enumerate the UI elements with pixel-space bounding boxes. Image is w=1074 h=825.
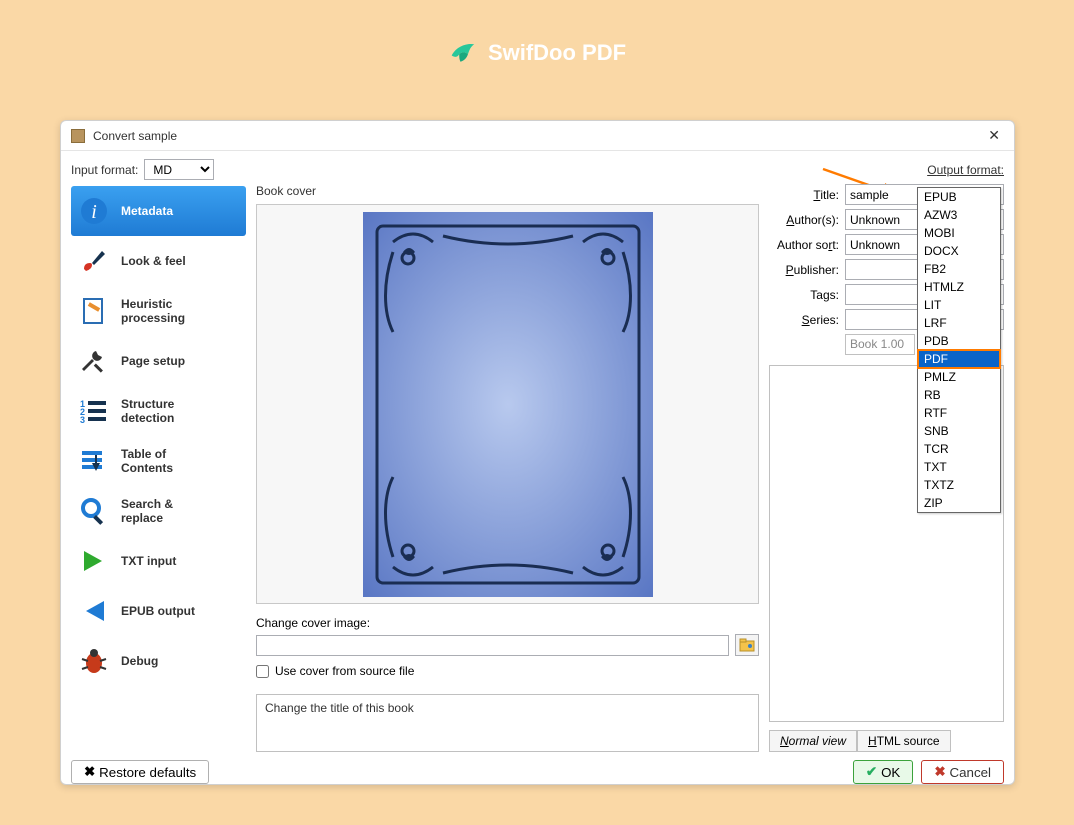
output-option-pdb[interactable]: PDB [918, 332, 1000, 350]
output-option-lrf[interactable]: LRF [918, 314, 1000, 332]
dialog-footer: ✖ Restore defaults ✔ OK ✖ Cancel [61, 752, 1014, 794]
format-bar: Input format: MD Output format: [61, 151, 1014, 184]
app-icon [71, 129, 85, 143]
cover-image [363, 212, 653, 597]
sidebar-item-label: Look & feel [121, 254, 186, 268]
brand-logo: SwifDoo PDF [448, 38, 626, 68]
sidebar-item-label: Metadata [121, 204, 173, 218]
publisher-label: Publisher: [769, 263, 839, 277]
sidebar-item-label: EPUB output [121, 604, 195, 618]
dialog-title: Convert sample [93, 129, 984, 143]
toc-icon [77, 444, 111, 478]
output-option-mobi[interactable]: MOBI [918, 224, 1000, 242]
output-format-dropdown[interactable]: EPUBAZW3MOBIDOCXFB2HTMLZLITLRFPDBPDFPMLZ… [917, 187, 1001, 513]
book-cover-preview [256, 204, 759, 604]
use-source-cover-row[interactable]: Use cover from source file [256, 664, 759, 678]
sidebar-item-heuristic[interactable]: Heuristicprocessing [71, 286, 246, 336]
list-icon: 123 [77, 394, 111, 428]
output-option-snb[interactable]: SNB [918, 422, 1000, 440]
book-cover-label: Book cover [256, 184, 759, 198]
change-cover-label: Change cover image: [256, 616, 759, 630]
output-option-pmlz[interactable]: PMLZ [918, 368, 1000, 386]
title-label: Title: [769, 188, 839, 202]
swifdoo-bird-icon [448, 38, 478, 68]
output-option-txt[interactable]: TXT [918, 458, 1000, 476]
close-button[interactable]: ✕ [984, 127, 1004, 144]
output-option-pdf[interactable]: PDF [918, 350, 1000, 368]
check-icon: ✔ [866, 764, 877, 780]
sidebar-item-txtinput[interactable]: TXT input [71, 536, 246, 586]
tab-normal-view[interactable]: Normal view [769, 730, 857, 752]
tab-html-source[interactable]: HTML source [857, 730, 951, 752]
series-label: Series: [769, 313, 839, 327]
output-option-azw3[interactable]: AZW3 [918, 206, 1000, 224]
ruler-icon [77, 294, 111, 328]
output-format-label: Output format: [927, 163, 1004, 177]
sidebar-item-structure[interactable]: 123 Structuredetection [71, 386, 246, 436]
output-option-fb2[interactable]: FB2 [918, 260, 1000, 278]
sidebar-item-label: Page setup [121, 354, 185, 368]
browse-cover-button[interactable] [735, 634, 759, 656]
sidebar-item-metadata[interactable]: i Metadata [71, 186, 246, 236]
input-format-label: Input format: [71, 163, 138, 177]
sidebar-item-toc[interactable]: Table ofContents [71, 436, 246, 486]
output-option-rtf[interactable]: RTF [918, 404, 1000, 422]
sidebar-item-label: Table ofContents [121, 447, 173, 476]
input-format-select[interactable]: MD [144, 159, 214, 180]
use-source-cover-label: Use cover from source file [275, 664, 414, 678]
brand-name: SwifDoo PDF [488, 40, 626, 66]
output-option-epub[interactable]: EPUB [918, 188, 1000, 206]
output-option-docx[interactable]: DOCX [918, 242, 1000, 260]
restore-icon: ✖ [84, 764, 95, 780]
titlebar: Convert sample ✕ [61, 121, 1014, 151]
sidebar-item-label: Debug [121, 654, 158, 668]
sidebar-item-searchreplace[interactable]: Search &replace [71, 486, 246, 536]
use-source-cover-checkbox[interactable] [256, 665, 269, 678]
output-option-lit[interactable]: LIT [918, 296, 1000, 314]
output-option-rb[interactable]: RB [918, 386, 1000, 404]
restore-defaults-button[interactable]: ✖ Restore defaults [71, 760, 209, 784]
info-icon: i [77, 194, 111, 228]
svg-text:i: i [91, 201, 97, 223]
sidebar-item-label: Heuristicprocessing [121, 297, 185, 326]
convert-dialog: Convert sample ✕ Input format: MD Output… [60, 120, 1015, 785]
center-panel: Book cover [256, 184, 759, 752]
output-option-tcr[interactable]: TCR [918, 440, 1000, 458]
hint-box: Change the title of this book [256, 694, 759, 752]
x-icon: ✖ [934, 764, 945, 780]
book-number[interactable]: Book 1.00 [845, 334, 915, 355]
search-icon [77, 494, 111, 528]
bug-icon [77, 644, 111, 678]
output-option-txtz[interactable]: TXTZ [918, 476, 1000, 494]
output-option-zip[interactable]: ZIP [918, 494, 1000, 512]
sidebar-item-debug[interactable]: Debug [71, 636, 246, 686]
svg-text:3: 3 [80, 415, 85, 425]
sidebar: i Metadata Look & feel Heuristicprocessi… [71, 184, 246, 752]
change-cover-input[interactable] [256, 635, 729, 656]
sidebar-item-label: Structuredetection [121, 397, 174, 426]
sidebar-item-pagesetup[interactable]: Page setup [71, 336, 246, 386]
sidebar-item-epuboutput[interactable]: EPUB output [71, 586, 246, 636]
tags-label: Tags: [769, 288, 839, 302]
cancel-button[interactable]: ✖ Cancel [921, 760, 1004, 784]
output-option-htmlz[interactable]: HTMLZ [918, 278, 1000, 296]
sidebar-item-label: Search &replace [121, 497, 173, 526]
arrow-left-blue-icon [77, 594, 111, 628]
brush-icon [77, 244, 111, 278]
sidebar-item-label: TXT input [121, 554, 176, 568]
authors-label: Author(s): [769, 213, 839, 227]
sidebar-item-lookfeel[interactable]: Look & feel [71, 236, 246, 286]
tools-icon [77, 344, 111, 378]
authorsort-label: Author sort: [769, 238, 839, 252]
arrow-right-green-icon [77, 544, 111, 578]
ok-button[interactable]: ✔ OK [853, 760, 913, 784]
folder-icon [739, 638, 755, 652]
